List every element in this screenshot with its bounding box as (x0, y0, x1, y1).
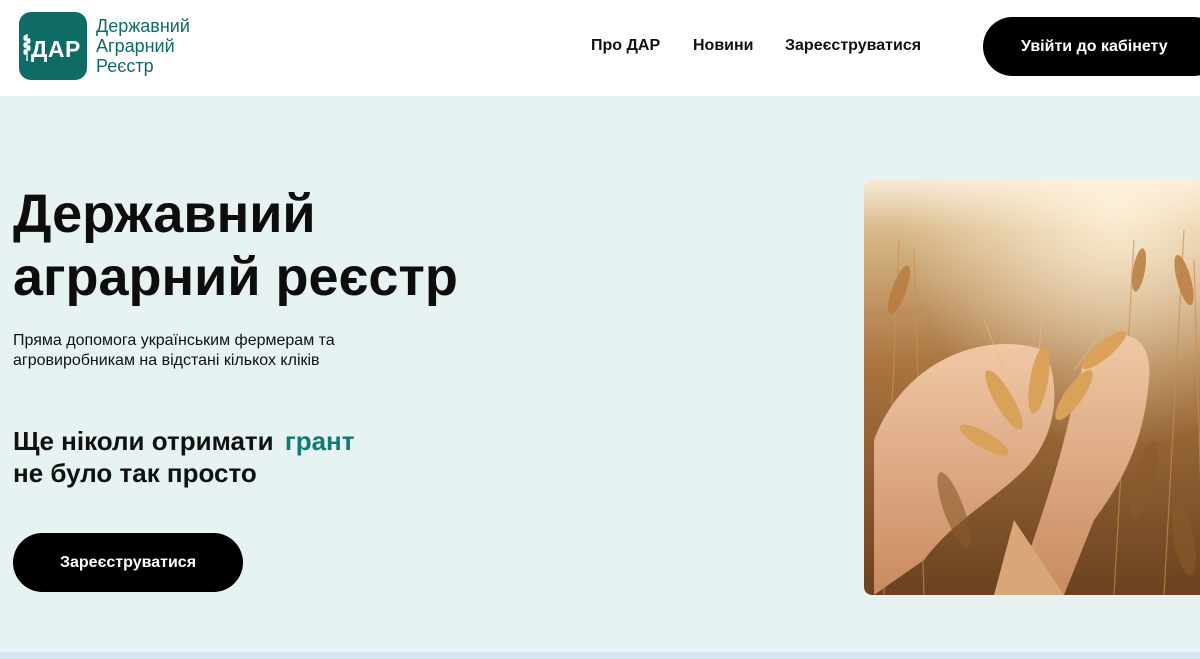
tagline: Ще ніколи отримати грант не було так про… (13, 425, 354, 489)
logo-abbreviation: ДАР (31, 36, 81, 62)
register-button[interactable]: Зареєструватися (13, 533, 243, 592)
hero-title-line: Державний (13, 184, 316, 244)
nav-about-link[interactable]: Про ДАР (591, 37, 660, 55)
hero-image-wheat-hands (864, 180, 1200, 595)
hero-title-line: аграрний реєстр (13, 247, 458, 307)
logo-text[interactable]: Державний Аграрний Реєстр (96, 16, 190, 76)
site-header: ДАР Державний Аграрний Реєстр Про ДАР Но… (0, 0, 1200, 96)
logo[interactable]: ДАР (19, 12, 87, 80)
nav-register-link[interactable]: Зареєструватися (785, 37, 921, 55)
bottom-strip (0, 652, 1200, 659)
hero-subtitle: Пряма допомога українським фермерам та а… (13, 332, 335, 369)
nav-news-link[interactable]: Новини (693, 37, 754, 55)
logo-line: Державний (96, 16, 190, 36)
logo-line: Аграрний (96, 36, 175, 56)
logo-line: Реєстр (96, 56, 154, 76)
tagline-accent: грант (284, 426, 355, 456)
hero-title: Державний аграрний реєстр (13, 183, 458, 309)
login-button[interactable]: Увійти до кабінету (983, 17, 1200, 76)
tagline-text: не було так просто (13, 458, 257, 488)
tagline-text: Ще ніколи отримати (13, 426, 274, 456)
